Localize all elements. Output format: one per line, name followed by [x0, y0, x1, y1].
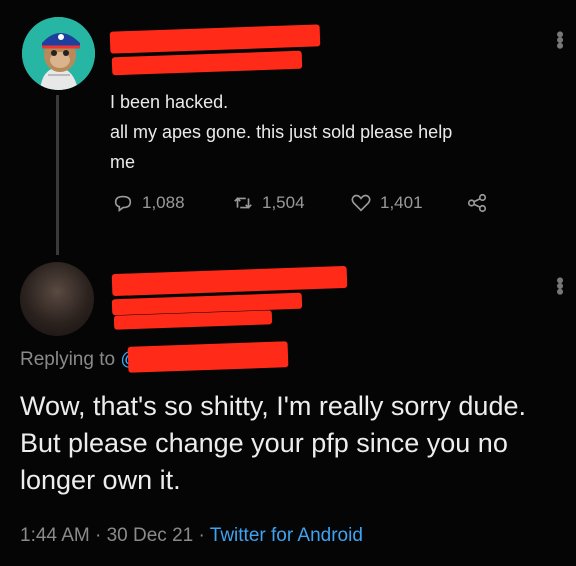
tweet-line-3: me	[110, 152, 136, 172]
thread-connector-line	[56, 95, 59, 255]
redacted-handle	[111, 50, 303, 76]
redacted-mention	[127, 341, 289, 373]
more-options-icon[interactable]: •••	[546, 276, 572, 293]
reply-source-link[interactable]: Twitter for Android	[210, 525, 363, 546]
reply-metadata: 1:44 AM · 30 Dec 21 · Twitter for Androi…	[20, 525, 363, 547]
more-options-icon[interactable]: •••	[546, 30, 572, 47]
replying-to-label: Replying to	[20, 349, 116, 370]
reply-date[interactable]: 30 Dec 21	[107, 525, 194, 546]
replying-to-line: Replying to @	[20, 349, 140, 371]
reply-time[interactable]: 1:44 AM	[20, 525, 90, 546]
reply-count: 1,088	[142, 193, 185, 212]
meta-separator: ·	[198, 525, 205, 546]
retweet-icon	[234, 197, 252, 209]
avatar-reply-author[interactable]	[20, 262, 94, 336]
share-action[interactable]	[466, 192, 488, 214]
meta-separator: ·	[95, 525, 102, 546]
retweet-count: 1,504	[262, 193, 305, 212]
reply-body: Wow, that's so shitty, I'm really sorry …	[20, 391, 526, 495]
like-action[interactable]: 1,401	[350, 192, 423, 214]
like-count: 1,401	[380, 193, 423, 212]
share-icon	[467, 193, 487, 213]
redacted-display-name	[109, 24, 321, 54]
avatar-original-author[interactable]	[22, 17, 95, 90]
reply-action[interactable]: 1,088	[112, 192, 185, 214]
retweet-action[interactable]: 1,504	[232, 192, 305, 214]
redacted-reply-display-name	[111, 265, 348, 297]
ape-avatar-icon	[22, 17, 95, 90]
tweet-line-1: I been hacked.	[110, 92, 229, 112]
tweet-line-2: all my apes gone. this just sold please …	[110, 122, 453, 142]
reply-icon	[114, 195, 132, 212]
heart-icon	[351, 194, 371, 212]
